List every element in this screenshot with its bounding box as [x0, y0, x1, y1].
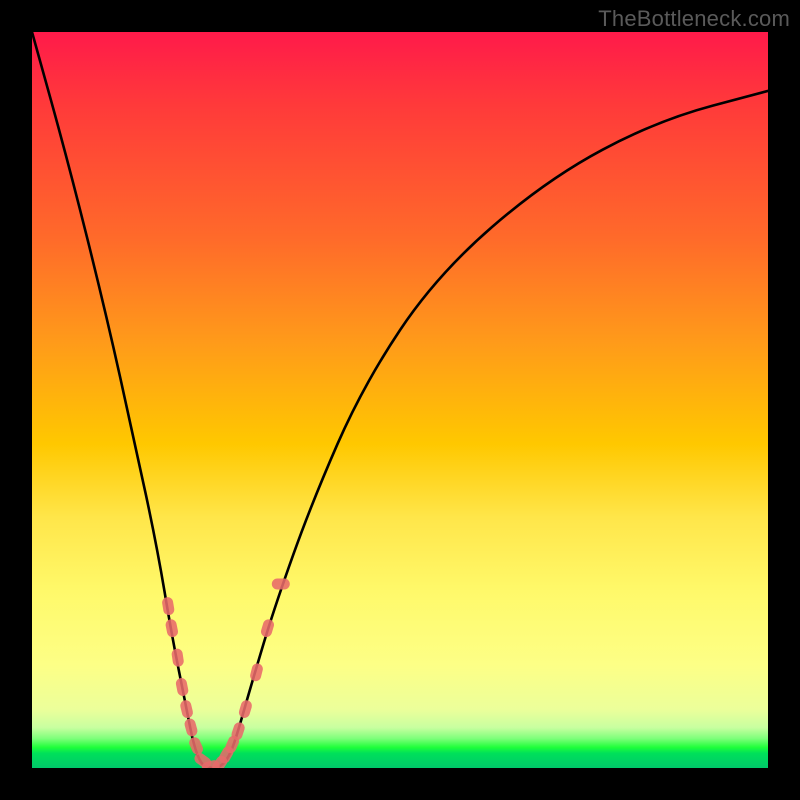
sample-marker: [161, 596, 175, 616]
watermark-text: TheBottleneck.com: [598, 6, 790, 32]
sample-marker: [187, 735, 204, 756]
sample-marker: [183, 717, 198, 737]
chart-frame: TheBottleneck.com: [0, 0, 800, 800]
sample-marker: [238, 699, 254, 719]
curve-layer: [32, 32, 768, 768]
sample-marker: [175, 677, 189, 697]
bottleneck-curve: [32, 32, 768, 768]
sample-marker: [249, 662, 264, 682]
sample-marker: [165, 618, 179, 638]
sample-marker: [171, 648, 185, 667]
sample-marker: [272, 579, 290, 590]
sample-marker: [260, 618, 276, 638]
plot-area: [32, 32, 768, 768]
sample-marker: [179, 699, 194, 719]
